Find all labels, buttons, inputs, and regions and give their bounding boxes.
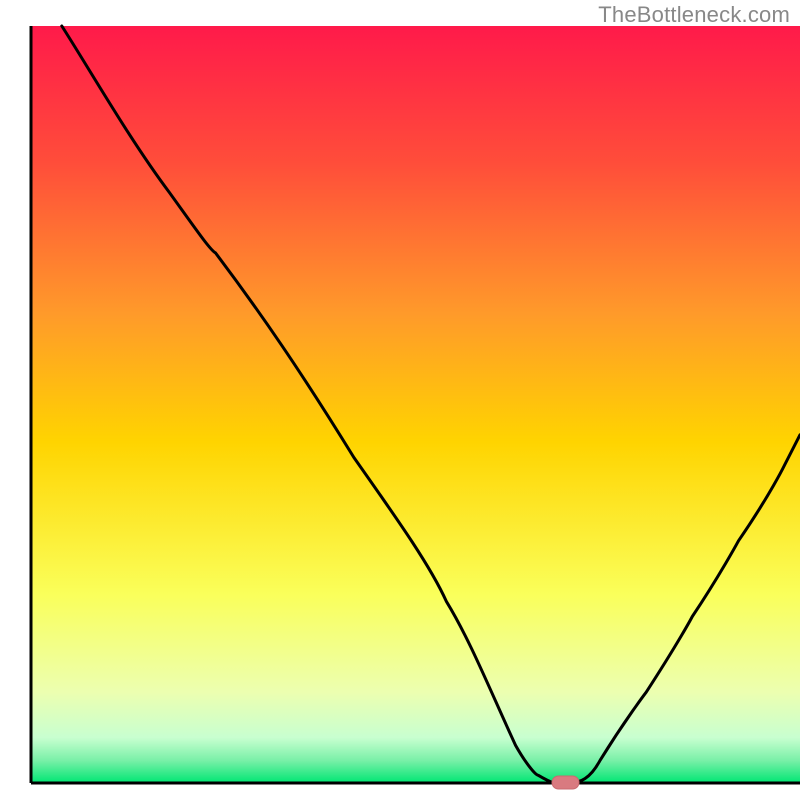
watermark-text: TheBottleneck.com bbox=[598, 2, 790, 28]
chart-container: { "watermark": "TheBottleneck.com", "col… bbox=[0, 0, 800, 800]
plot-area bbox=[31, 26, 800, 789]
optimal-point-marker bbox=[552, 776, 579, 789]
bottleneck-chart bbox=[0, 0, 800, 800]
